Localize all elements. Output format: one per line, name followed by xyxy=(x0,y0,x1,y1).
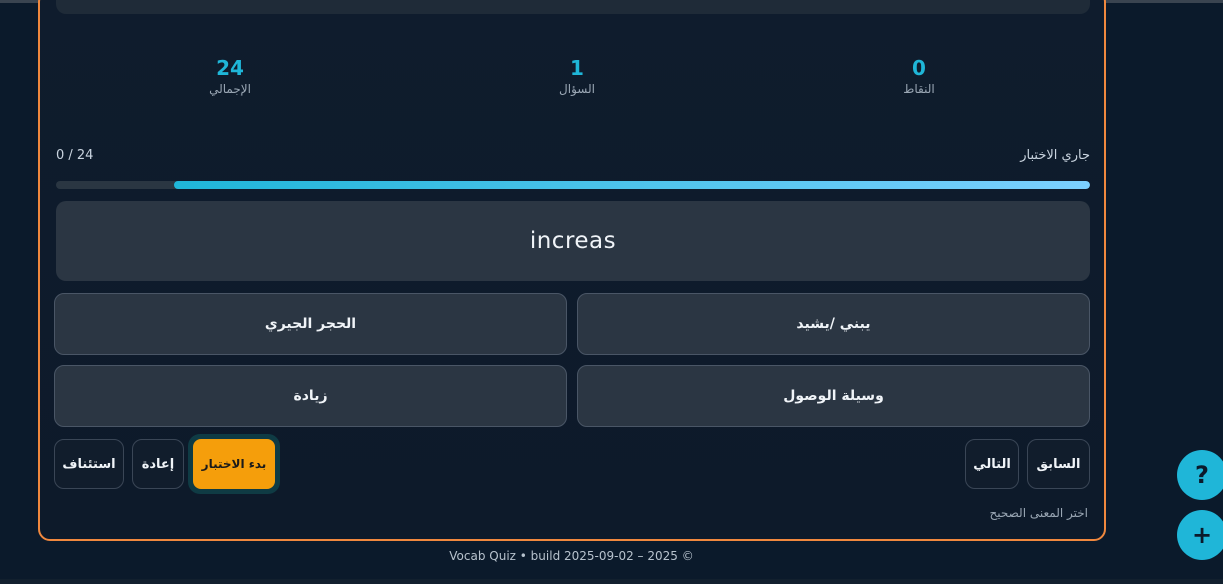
resume-button[interactable]: استئناف xyxy=(54,439,124,489)
top-strip xyxy=(56,0,1090,14)
stat-total-label: الإجمالي xyxy=(209,82,251,96)
progress-count: 0 / 24 xyxy=(56,148,94,163)
question-icon: ? xyxy=(1195,461,1209,489)
stat-total: 24 الإجمالي xyxy=(130,56,330,96)
option-button-2[interactable]: الحجر الجيري xyxy=(54,293,567,355)
hint-text: اختر المعنى الصحيح xyxy=(989,506,1088,520)
footer-text: Vocab Quiz • build 2025-09-02 – 2025 © xyxy=(449,549,694,563)
stat-question-value: 1 xyxy=(570,56,584,80)
stat-points-value: 0 xyxy=(912,56,926,80)
start-quiz-button[interactable]: بدء الاختبار xyxy=(188,434,280,494)
quiz-card: 24 الإجمالي 1 السؤال 0 النقاط 0 / 24 جار… xyxy=(38,0,1106,541)
window-bottom-edge xyxy=(0,579,1223,584)
help-button[interactable]: ? xyxy=(1177,450,1223,500)
start-quiz-label: بدء الاختبار xyxy=(193,439,275,489)
progress-bar xyxy=(56,181,1090,189)
reset-button[interactable]: إعادة xyxy=(132,439,184,489)
previous-button[interactable]: السابق xyxy=(1027,439,1090,489)
stat-question: 1 السؤال xyxy=(477,56,677,96)
progress-fill xyxy=(173,181,1090,189)
plus-icon: + xyxy=(1191,521,1213,549)
stat-points: 0 النقاط xyxy=(819,56,1019,96)
question-word: increas xyxy=(56,201,1090,281)
option-button-1[interactable]: يبني /يشيد xyxy=(577,293,1090,355)
add-button[interactable]: + xyxy=(1177,510,1223,560)
stat-points-label: النقاط xyxy=(903,82,935,96)
next-button[interactable]: التالي xyxy=(965,439,1019,489)
quiz-state: جاري الاختبار xyxy=(1020,148,1090,163)
option-button-4[interactable]: زيادة xyxy=(54,365,567,427)
status-row: 0 / 24 جاري الاختبار xyxy=(56,148,1090,166)
option-button-3[interactable]: وسيلة الوصول xyxy=(577,365,1090,427)
stat-total-value: 24 xyxy=(216,56,244,80)
stat-question-label: السؤال xyxy=(559,82,595,96)
